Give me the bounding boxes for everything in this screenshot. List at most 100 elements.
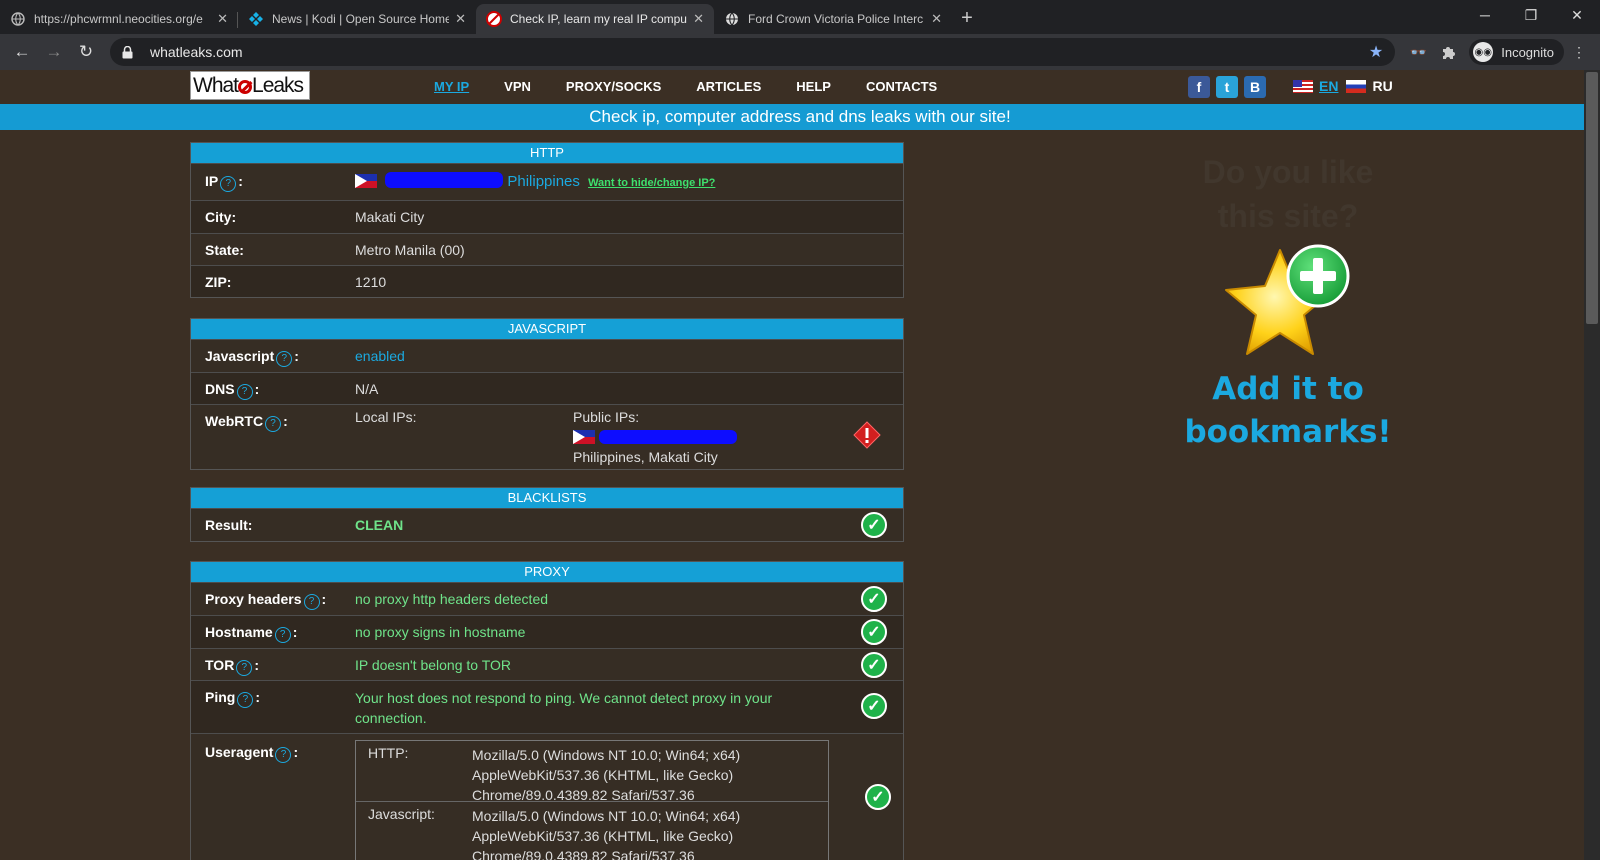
lock-icon xyxy=(122,45,136,59)
site-header: What Leaks MY IP VPN PROXY/SOCKS ARTICLES… xyxy=(0,70,1600,104)
javascript-rows: Javascript?: enabled DNS?: N/A WebRTC?: … xyxy=(191,339,903,469)
facebook-icon[interactable]: f xyxy=(1188,76,1210,98)
russia-flag-icon xyxy=(1346,79,1367,93)
public-ips-label: Public IPs: xyxy=(573,409,640,425)
menu-vpn[interactable]: VPN xyxy=(504,79,531,94)
address-bar[interactable]: whatleaks.com ★ xyxy=(110,38,1396,66)
state-label: State: xyxy=(205,242,244,258)
promo-add-text: Add it to bookmarks! xyxy=(1184,371,1392,450)
ip-value: Philippines Want to hide/change IP? xyxy=(355,172,715,190)
help-icon[interactable]: ? xyxy=(236,660,253,676)
help-icon[interactable]: ? xyxy=(303,594,320,610)
lang-ru-link[interactable]: RU xyxy=(1372,78,1392,94)
hide-ip-link[interactable]: Want to hide/change IP? xyxy=(588,177,715,189)
help-icon[interactable]: ? xyxy=(236,384,253,400)
close-tab-icon[interactable]: ✕ xyxy=(693,11,704,27)
menu-contacts[interactable]: CONTACTS xyxy=(866,79,937,94)
tor-value: IP doesn't belong to TOR xyxy=(355,657,512,673)
menu-proxy-socks[interactable]: PROXY/SOCKS xyxy=(566,79,661,94)
site-menu: MY IP VPN PROXY/SOCKS ARTICLES HELP CONT… xyxy=(434,79,972,94)
useragent-label: Useragent?: xyxy=(205,744,298,763)
ip-label: IP?: xyxy=(205,173,243,192)
help-icon[interactable]: ? xyxy=(276,351,293,367)
site-logo[interactable]: What Leaks xyxy=(190,71,310,100)
ping-row: Ping?: Your host does not respond to pin… xyxy=(191,680,903,733)
webrtc-label: WebRTC?: xyxy=(205,413,288,432)
section-title: BLACKLISTS xyxy=(191,488,903,508)
url-text: whatleaks.com xyxy=(150,44,243,60)
page-scrollbar[interactable] xyxy=(1584,70,1600,860)
ua-http-value: Mozilla/5.0 (Windows NT 10.0; Win64; x64… xyxy=(472,747,741,803)
proxy-headers-value: no proxy http headers detected xyxy=(355,591,549,607)
kodi-icon xyxy=(248,11,264,27)
menu-kebab-icon[interactable]: ⋮ xyxy=(1564,38,1594,66)
star-plus-icon[interactable] xyxy=(1218,238,1358,368)
proxy-rows: Proxy headers?: no proxy http headers de… xyxy=(191,582,903,860)
close-window-icon[interactable]: ✕ xyxy=(1554,0,1600,30)
dns-value: N/A xyxy=(355,381,379,397)
hostname-value: no proxy signs in hostname xyxy=(355,624,526,640)
dns-label: DNS?: xyxy=(205,381,259,400)
browser-tab-4[interactable]: Ford Crown Victoria Police Interc ✕ xyxy=(714,4,952,34)
webrtc-row: WebRTC?: Local IPs: Public IPs: Philippi… xyxy=(191,404,903,469)
help-icon[interactable]: ? xyxy=(274,627,291,643)
logo-left-text: What xyxy=(193,74,239,97)
state-value: Metro Manila (00) xyxy=(355,242,465,258)
proxy-headers-row: Proxy headers?: no proxy http headers de… xyxy=(191,582,903,615)
help-icon[interactable]: ? xyxy=(265,416,282,432)
menu-my-ip[interactable]: MY IP xyxy=(434,79,469,94)
local-ips-label: Local IPs: xyxy=(355,409,417,425)
bookmark-promo[interactable]: Do you like this site? Add it to bookmar… xyxy=(1175,150,1401,454)
js-row: Javascript?: enabled xyxy=(191,339,903,372)
menu-help[interactable]: HELP xyxy=(796,79,831,94)
result-label: Result: xyxy=(205,517,253,533)
ip-country: Philippines xyxy=(507,173,580,190)
tab-strip: https://phcwrmnl.neocities.org/e ✕ News … xyxy=(0,0,1600,34)
result-value: CLEAN xyxy=(355,517,404,533)
whatleaks-icon xyxy=(486,11,502,27)
minimize-icon[interactable]: ─ xyxy=(1462,0,1508,30)
ping-value: Your host does not respond to ping. We c… xyxy=(355,690,773,726)
new-tab-button[interactable]: + xyxy=(952,4,982,34)
checkmark-icon: ✓ xyxy=(861,693,887,719)
extension-glasses-icon[interactable]: 👓 xyxy=(1403,38,1433,66)
section-title: PROXY xyxy=(191,562,903,582)
browser-tab-3[interactable]: Check IP, learn my real IP compu ✕ xyxy=(476,4,714,34)
vk-icon[interactable]: B xyxy=(1244,76,1266,98)
checkmark-icon: ✓ xyxy=(861,512,887,538)
lang-en-link[interactable]: EN xyxy=(1319,78,1338,94)
browser-tab-2[interactable]: News | Kodi | Open Source Home ✕ xyxy=(238,4,476,34)
restore-icon[interactable]: ❐ xyxy=(1508,0,1554,30)
incognito-label: Incognito xyxy=(1501,44,1554,60)
state-row: State: Metro Manila (00) xyxy=(191,233,903,265)
scrollbar-thumb[interactable] xyxy=(1586,72,1598,324)
incognito-indicator[interactable]: ◉◉ Incognito xyxy=(1469,39,1564,65)
tab-title: Ford Crown Victoria Police Interc xyxy=(748,12,924,26)
back-button[interactable]: ← xyxy=(6,36,38,68)
forward-button[interactable]: → xyxy=(38,36,70,68)
zip-value: 1210 xyxy=(355,274,387,290)
help-icon[interactable]: ? xyxy=(220,176,237,192)
close-tab-icon[interactable]: ✕ xyxy=(455,11,466,27)
checkmark-icon: ✓ xyxy=(861,652,887,678)
close-tab-icon[interactable]: ✕ xyxy=(931,11,942,27)
reload-button[interactable]: ↻ xyxy=(70,36,102,68)
promo-ghost-text: Do you like this site? xyxy=(1202,154,1374,234)
twitter-icon[interactable]: t xyxy=(1216,76,1238,98)
checkmark-icon: ✓ xyxy=(865,784,891,810)
ua-js-value: Mozilla/5.0 (Windows NT 10.0; Win64; x64… xyxy=(472,808,741,860)
public-location: Philippines, Makati City xyxy=(573,449,718,465)
warning-icon xyxy=(853,421,881,449)
proxy-section: PROXY Proxy headers?: no proxy http head… xyxy=(190,561,904,860)
city-row: City: Makati City xyxy=(191,200,903,233)
menu-articles[interactable]: ARTICLES xyxy=(696,79,761,94)
close-tab-icon[interactable]: ✕ xyxy=(217,11,228,27)
extensions-puzzle-icon[interactable] xyxy=(1433,38,1463,66)
philippines-flag-icon xyxy=(573,430,595,444)
help-icon[interactable]: ? xyxy=(237,692,254,708)
help-icon[interactable]: ? xyxy=(275,747,292,763)
browser-tab-1[interactable]: https://phcwrmnl.neocities.org/e ✕ xyxy=(0,4,238,34)
section-title: HTTP xyxy=(191,143,903,163)
bookmark-star-icon[interactable]: ★ xyxy=(1369,42,1383,62)
tor-row: TOR?: IP doesn't belong to TOR ✓ xyxy=(191,648,903,680)
